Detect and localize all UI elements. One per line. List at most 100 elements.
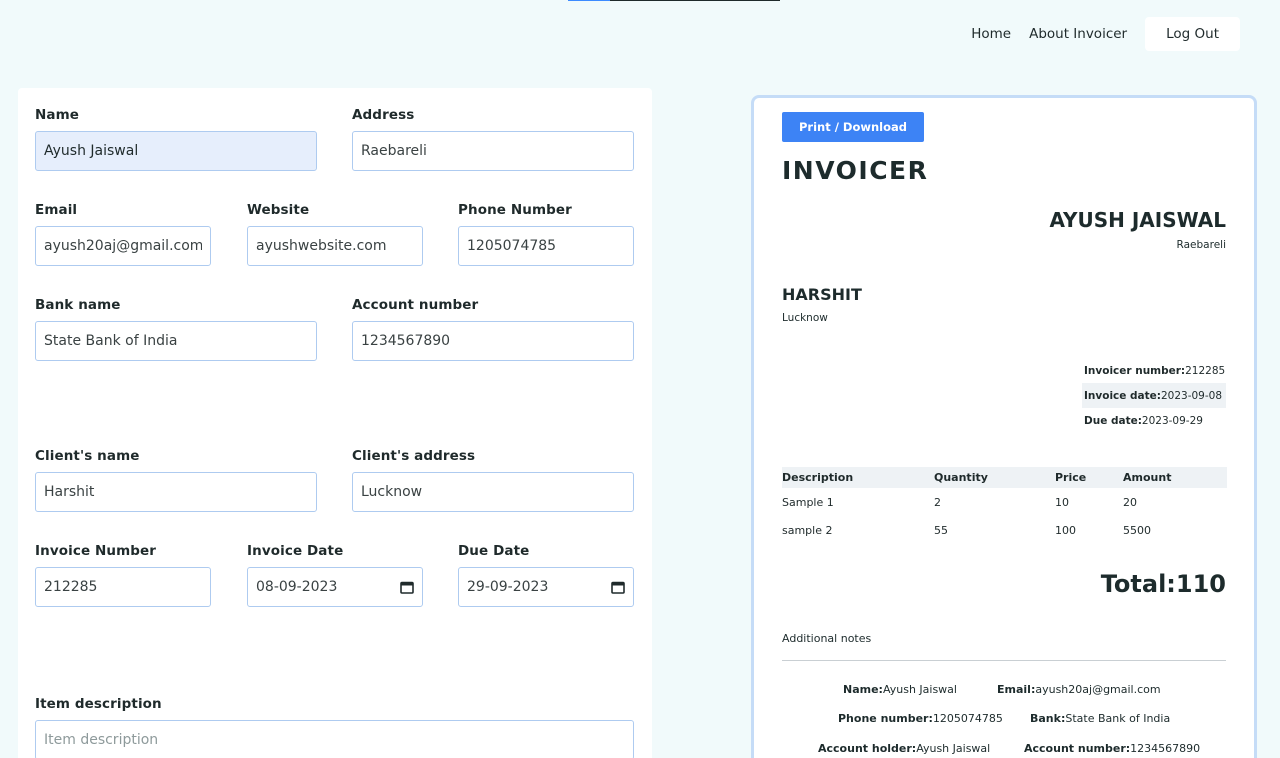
footer-divider [782,660,1226,661]
meta-invoice-date: Invoice date: 2023-09-08 [1082,383,1226,408]
item-description-input[interactable]: Item description [35,720,634,758]
bank-name-input-value: State Bank of India [44,333,178,349]
due-date-input[interactable]: 29-09-2023 [458,567,634,607]
invoice-number-field-group: Invoice Number 212285 [35,543,211,607]
client-address-label: Client's address [352,448,476,464]
cell-amount: 20 [1123,495,1137,509]
invoice-date-field-group: Invoice Date 08-09-2023 [247,543,423,607]
bank-name-field-group: Bank name State Bank of India [35,297,317,361]
footer-phone: Phone number: 1205074785 [838,712,1003,725]
seller-address: Raebareli [1176,239,1226,251]
cell-price: 100 [1055,523,1076,537]
logout-button[interactable]: Log Out [1145,17,1240,51]
calendar-icon[interactable] [611,580,625,594]
website-field-group: Website ayushwebsite.com [247,202,423,266]
cell-description: Sample 1 [782,495,834,509]
meta-due-date: Due date: 2023-09-29 [1082,408,1226,433]
phone-field-group: Phone Number 1205074785 [458,202,634,266]
invoice-date-input[interactable]: 08-09-2023 [247,567,423,607]
cell-price: 10 [1055,495,1069,509]
footer-name-value: Ayush Jaiswal [882,683,957,696]
meta-invoice-number: Invoicer number: 212285 [1082,358,1226,383]
header-price: Price [1055,471,1087,484]
meta-invoice-date-value: 2023-09-08 [1160,389,1223,402]
account-number-input-value: 1234567890 [361,333,451,349]
client-address-input-value: Lucknow [361,484,423,500]
account-number-label: Account number [352,297,479,313]
email-label: Email [35,202,78,218]
header-quantity: Quantity [934,471,988,484]
due-date-input-value: 29-09-2023 [467,579,549,595]
email-input[interactable]: ayush20aj@gmail.com [35,226,211,266]
account-number-field-group: Account number 1234567890 [352,297,634,361]
name-label: Name [35,107,80,123]
invoice-date-label: Invoice Date [247,543,344,559]
print-download-button[interactable]: Print / Download [782,112,924,142]
website-input-value: ayushwebsite.com [256,238,387,254]
phone-label: Phone Number [458,202,572,218]
name-field-group: Name Ayush Jaiswal [35,107,317,171]
cell-quantity: 55 [934,523,948,537]
meta-invoice-number-label: Invoicer number: [1084,364,1186,377]
client-address-input[interactable]: Lucknow [352,472,634,512]
footer-bank: Bank: State Bank of India [1030,712,1170,725]
client-name-input-value: Harshit [44,484,95,500]
footer-bank-value: State Bank of India [1065,712,1171,725]
additional-notes: Additional notes [782,632,872,645]
footer-email-label: Email: [997,683,1036,696]
footer-account-label: Account number: [1024,742,1131,755]
footer-bank-label: Bank: [1030,712,1066,725]
client-name-input[interactable]: Harshit [35,472,317,512]
client-name-label: Client's name [35,448,140,464]
meta-invoice-date-label: Invoice date: [1084,389,1161,402]
invoice-title: INVOICER [782,156,929,185]
footer-phone-value: 1205074785 [932,712,1003,725]
table-row: Sample 1 2 10 20 [782,488,1227,516]
invoice-date-input-value: 08-09-2023 [256,579,338,595]
address-label: Address [352,107,415,123]
cell-description: sample 2 [782,523,833,537]
bank-name-label: Bank name [35,297,121,313]
item-description-field-group: Item description Item description [35,696,634,758]
item-description-placeholder: Item description [44,732,159,748]
website-input[interactable]: ayushwebsite.com [247,226,423,266]
footer-account-holder: Account holder: Ayush Jaiswal [818,742,990,755]
item-description-label: Item description [35,696,162,712]
meta-due-date-value: 2023-09-29 [1141,414,1203,427]
name-input-value: Ayush Jaiswal [44,143,139,159]
phone-input[interactable]: 1205074785 [458,226,634,266]
client-address: Lucknow [782,312,828,324]
cell-amount: 5500 [1123,523,1151,537]
bank-name-input[interactable]: State Bank of India [35,321,317,361]
items-table: Description Quantity Price Amount Sample… [782,467,1227,544]
calendar-icon[interactable] [400,580,414,594]
top-progress-strip [568,0,780,1]
table-row: sample 2 55 100 5500 [782,516,1227,544]
seller-name: AYUSH JAISWAL [1049,208,1226,232]
address-input[interactable]: Raebareli [352,131,634,171]
invoice-number-input[interactable]: 212285 [35,567,211,607]
footer-account-value: 1234567890 [1130,742,1201,755]
client-name: HARSHIT [782,285,862,304]
footer-holder-label: Account holder: [818,742,917,755]
invoice-total: Total:110 [1100,570,1226,598]
invoice-preview: Print / Download INVOICER AYUSH JAISWAL … [751,95,1257,758]
nav-about-link[interactable]: About Invoicer [1029,26,1127,42]
nav-home-link[interactable]: Home [971,26,1011,42]
phone-input-value: 1205074785 [467,238,557,254]
footer-phone-label: Phone number: [838,712,933,725]
website-label: Website [247,202,310,218]
client-name-field-group: Client's name Harshit [35,448,317,512]
name-input[interactable]: Ayush Jaiswal [35,131,317,171]
address-field-group: Address Raebareli [352,107,634,171]
header-amount: Amount [1123,471,1172,484]
account-number-input[interactable]: 1234567890 [352,321,634,361]
due-date-label: Due Date [458,543,530,559]
due-date-field-group: Due Date 29-09-2023 [458,543,634,607]
meta-due-date-label: Due date: [1084,414,1142,427]
footer-holder-value: Ayush Jaiswal [916,742,991,755]
invoice-form: Name Ayush Jaiswal Address Raebareli Ema… [18,88,652,758]
items-table-header: Description Quantity Price Amount [782,467,1227,488]
top-nav: Home About Invoicer Log Out [971,17,1240,51]
invoice-meta: Invoicer number: 212285 Invoice date: 2023… [1082,358,1226,433]
